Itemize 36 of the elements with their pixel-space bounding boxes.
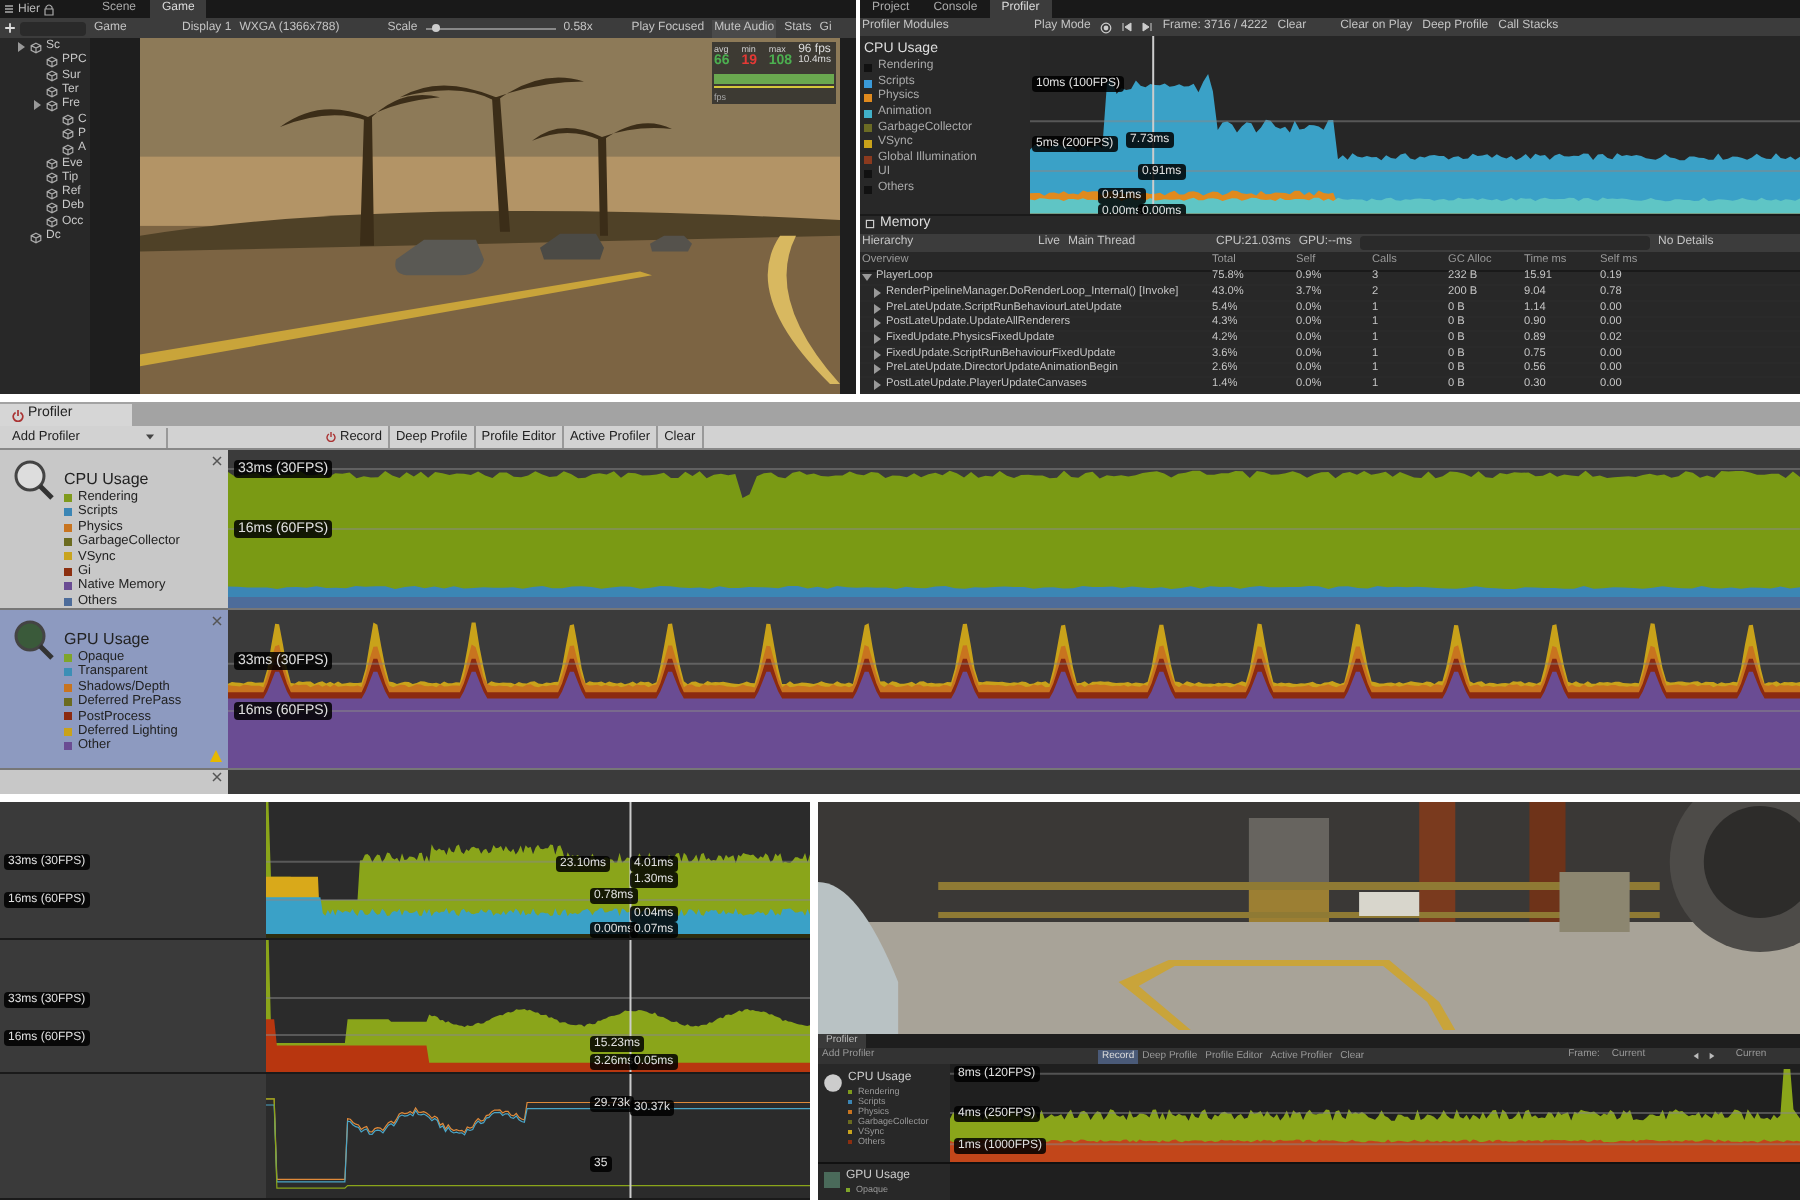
cube-icon: [30, 41, 42, 54]
previous-icon[interactable]: [1691, 1052, 1700, 1060]
playhead-line: [629, 1074, 632, 1198]
collapsed-triangle-icon[interactable]: [872, 334, 882, 345]
collapsed-triangle-icon[interactable]: [872, 303, 882, 314]
chip-magnifier-icon: [12, 618, 56, 662]
step-forward-icon[interactable]: [1142, 22, 1153, 33]
scale-slider-thumb[interactable]: [431, 24, 440, 32]
collapsed-triangle-icon[interactable]: [872, 364, 882, 375]
caret-icon: [146, 434, 154, 440]
collapsed-triangle-icon[interactable]: [16, 42, 26, 53]
record-icon[interactable]: [1100, 21, 1113, 34]
collapsed-triangle-icon[interactable]: [32, 100, 42, 111]
step-back-icon[interactable]: [1122, 22, 1133, 33]
lock-icon[interactable]: [44, 3, 55, 15]
chip-icon: [822, 1170, 842, 1190]
expanded-triangle-icon[interactable]: [862, 272, 872, 283]
warning-icon: [210, 750, 222, 762]
module-title: CPU Usage: [64, 470, 151, 490]
cube-icon: [30, 231, 42, 243]
power-icon: [12, 409, 24, 421]
next-icon[interactable]: [1707, 1052, 1716, 1060]
close-icon[interactable]: [212, 616, 222, 626]
plus-icon[interactable]: [4, 22, 16, 34]
module-title: GPU Usage: [64, 630, 152, 650]
list-icon: [4, 4, 14, 14]
fps-graph-drawing: [714, 70, 834, 90]
collapsed-triangle-icon[interactable]: [872, 349, 882, 360]
search-field[interactable]: [20, 21, 86, 35]
collapsed-triangle-icon[interactable]: [872, 318, 882, 329]
close-icon[interactable]: [212, 772, 222, 782]
collapsed-triangle-icon[interactable]: [872, 380, 882, 391]
collapsed-triangle-icon[interactable]: [872, 288, 882, 299]
power-icon: [326, 432, 336, 442]
memory-chip-icon: [864, 218, 876, 231]
close-icon[interactable]: [212, 456, 222, 466]
